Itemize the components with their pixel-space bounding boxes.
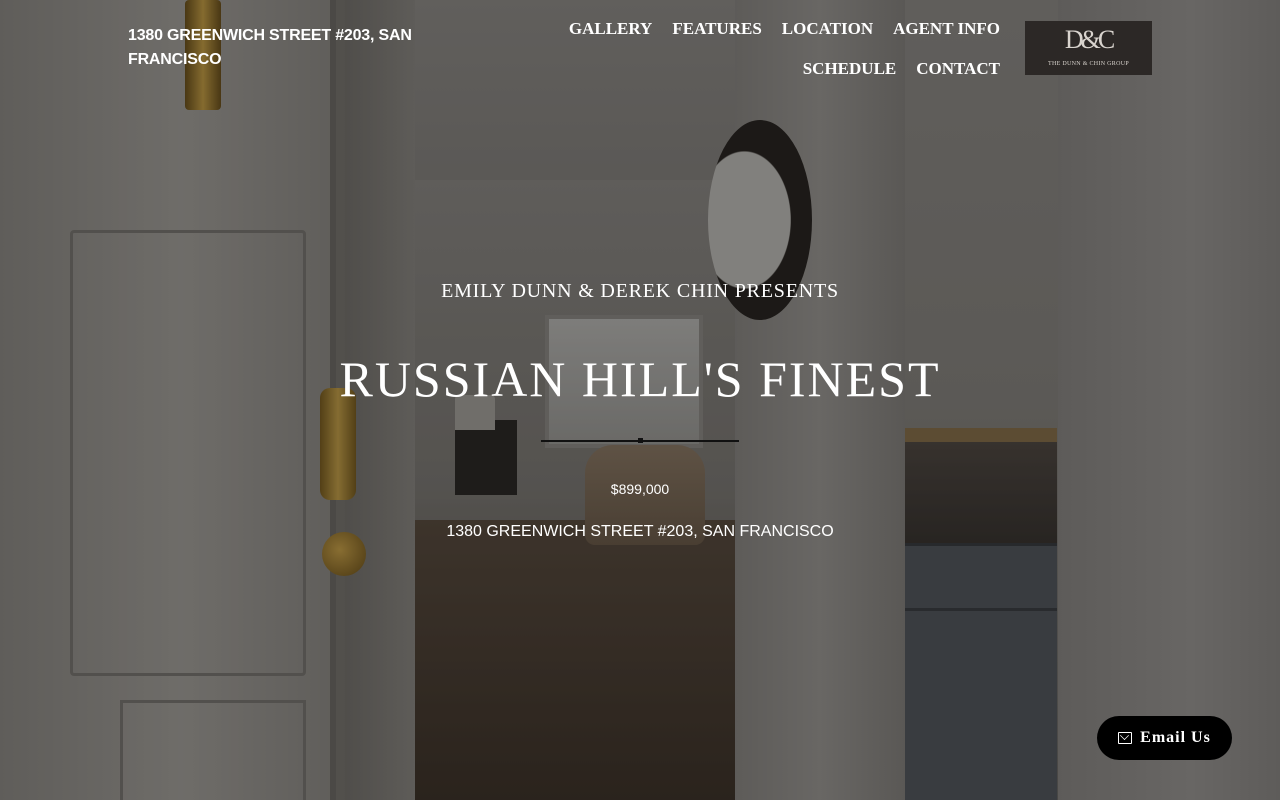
email-us-label: Email Us (1140, 729, 1211, 746)
listing-price: $899,000 (610, 481, 670, 497)
envelope-icon (1118, 732, 1133, 744)
hero-presents: EMILY DUNN & DEREK CHIN PRESENTS (441, 280, 839, 302)
email-us-button[interactable]: Email Us (1097, 716, 1232, 760)
hero-section: EMILY DUNN & DEREK CHIN PRESENTS RUSSIAN… (0, 0, 1280, 800)
hero-headline: RUSSIAN HILL'S FINEST (339, 351, 941, 407)
listing-address: 1380 GREENWICH STREET #203, SAN FRANCISC… (446, 523, 834, 540)
hero-divider-dot (638, 438, 643, 443)
